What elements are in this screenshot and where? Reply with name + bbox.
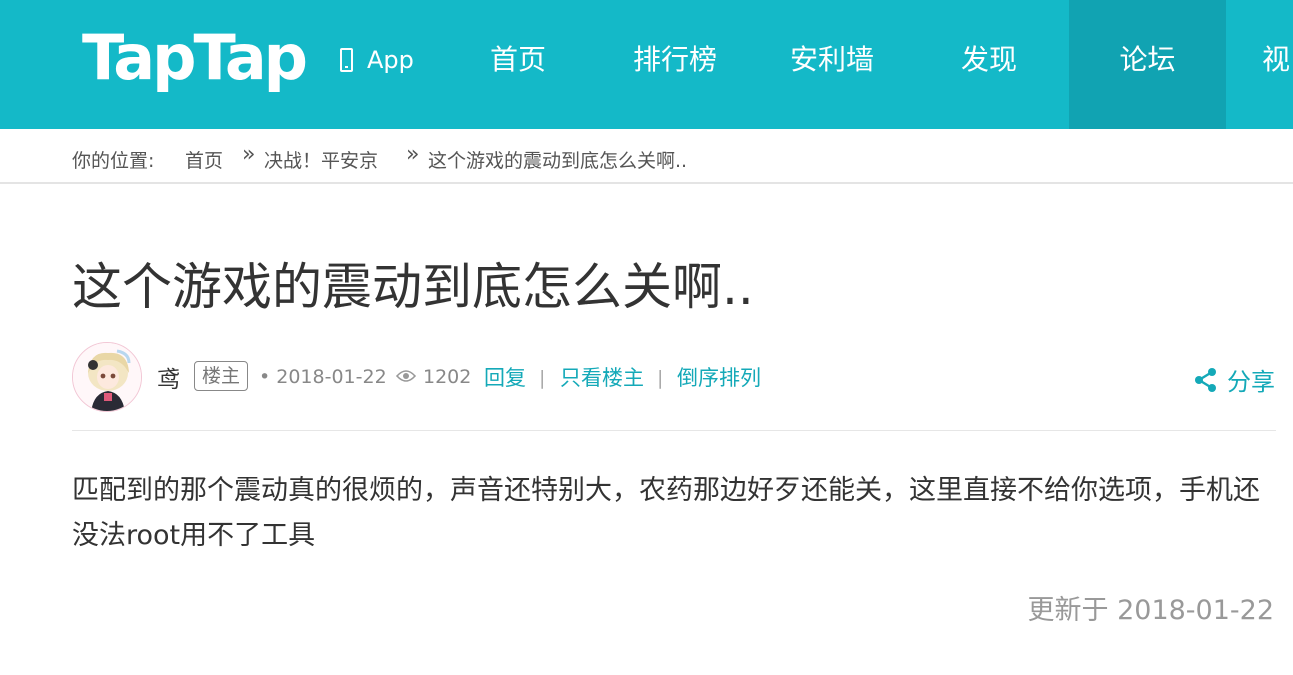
taptap-logo[interactable]: TapTap bbox=[82, 18, 308, 98]
nav-app-link[interactable]: App bbox=[340, 40, 414, 80]
nav-item-home[interactable]: 首页 bbox=[463, 0, 573, 129]
share-icon bbox=[1195, 367, 1216, 392]
author-avatar[interactable] bbox=[72, 342, 142, 412]
phone-icon bbox=[340, 48, 353, 72]
divider bbox=[72, 430, 1276, 431]
top-navigation-bar: TapTap App 首页 排行榜 安利墙 发现 论坛 视 bbox=[0, 0, 1293, 129]
eye-icon bbox=[395, 368, 417, 387]
anime-avatar-icon bbox=[73, 343, 141, 411]
view-count: 1202 bbox=[423, 366, 472, 388]
nav-item-ranking[interactable]: 排行榜 bbox=[620, 0, 730, 129]
author-only-link[interactable]: 只看楼主 bbox=[560, 362, 644, 392]
action-separator: | bbox=[657, 367, 664, 389]
breadcrumb-current: 这个游戏的震动到底怎么关啊.. bbox=[428, 150, 688, 172]
reverse-order-link[interactable]: 倒序排列 bbox=[677, 362, 761, 392]
breadcrumb-game-link[interactable]: 决战！平安京 bbox=[264, 146, 378, 173]
breadcrumb: 你的位置: 首页 » 决战！平安京 » 这个游戏的震动到底怎么关啊.. bbox=[0, 129, 1293, 184]
action-separator: | bbox=[539, 367, 546, 389]
share-label: 分享 bbox=[1227, 368, 1275, 396]
breadcrumb-separator: » bbox=[242, 142, 256, 167]
author-name[interactable]: 鸢 bbox=[157, 360, 180, 394]
post-date: • 2018-01-22 bbox=[259, 366, 387, 388]
updated-timestamp: 更新于 2018-01-22 bbox=[1027, 595, 1275, 626]
post-title: 这个游戏的震动到底怎么关啊.. bbox=[72, 258, 754, 316]
breadcrumb-prefix: 你的位置: bbox=[72, 150, 155, 172]
author-badge: 楼主 bbox=[194, 361, 249, 391]
nav-item-video[interactable]: 视 bbox=[1262, 0, 1293, 129]
reply-link[interactable]: 回复 bbox=[484, 362, 526, 392]
nav-app-label: App bbox=[367, 46, 414, 74]
nav-item-forum[interactable]: 论坛 bbox=[1069, 0, 1226, 129]
nav-item-recommend-wall[interactable]: 安利墙 bbox=[777, 0, 887, 129]
post-body: 匹配到的那个震动真的很烦的，声音还特别大，农药那边好歹还能关，这里直接不给你选项… bbox=[72, 475, 1260, 551]
share-button[interactable]: 分享 bbox=[1193, 362, 1275, 397]
breadcrumb-separator: » bbox=[406, 142, 420, 167]
nav-item-discover[interactable]: 发现 bbox=[934, 0, 1044, 129]
breadcrumb-home-link[interactable]: 首页 bbox=[185, 146, 223, 173]
